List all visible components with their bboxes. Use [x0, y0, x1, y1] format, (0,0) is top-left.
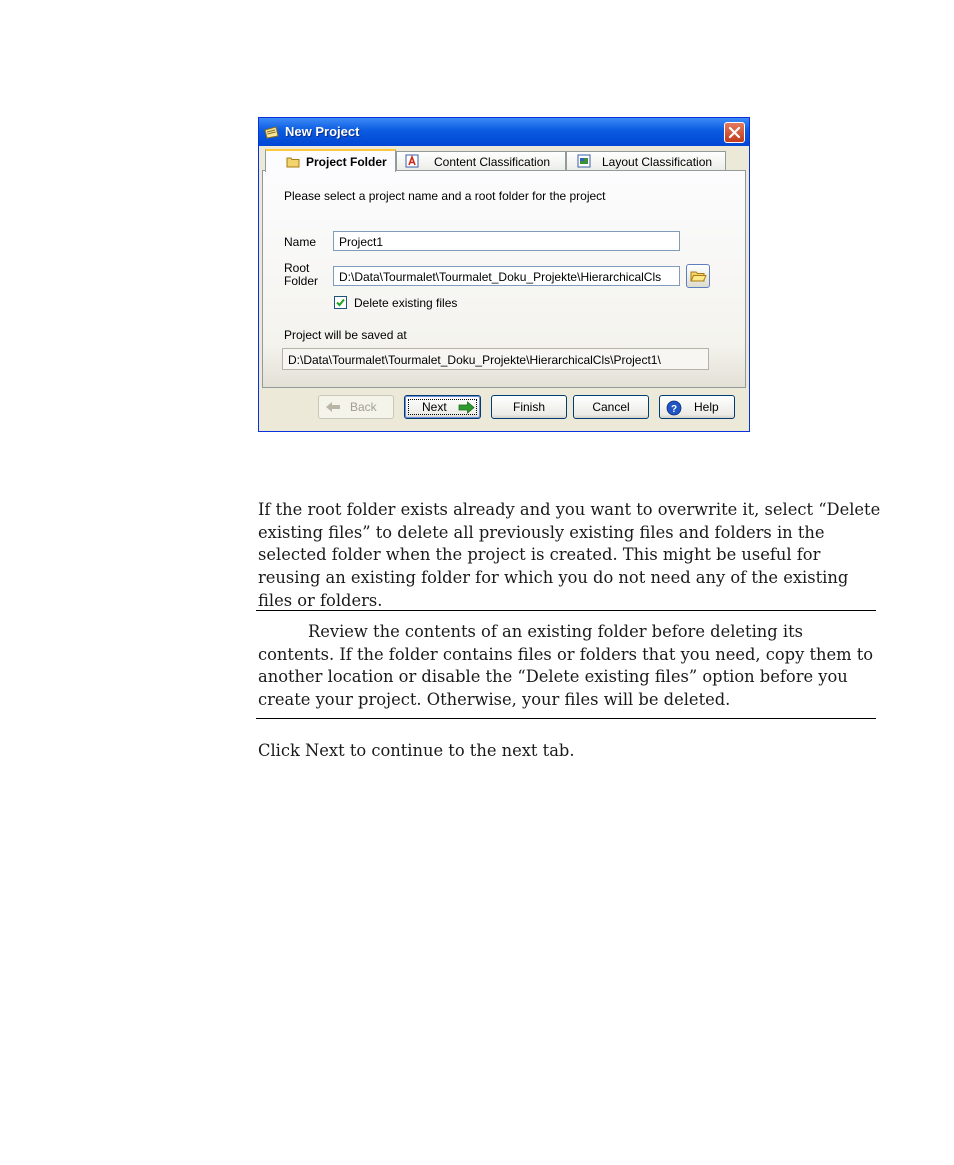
note-top-rule	[256, 610, 876, 611]
tab-strip: Project Folder Content Classification La…	[262, 149, 746, 172]
root-folder-input[interactable]: D:\Data\Tourmalet\Tourmalet_Doku_Projekt…	[333, 266, 680, 286]
saved-at-path: D:\Data\Tourmalet\Tourmalet_Doku_Projekt…	[282, 348, 709, 370]
root-label-line1: Root	[284, 261, 310, 275]
tab-layout-classification[interactable]: Layout Classification	[566, 151, 726, 171]
name-input[interactable]: Project1	[333, 231, 680, 251]
name-label: Name	[284, 235, 317, 249]
delete-existing-checkbox[interactable]	[334, 296, 347, 309]
title-bar[interactable]: New Project	[259, 118, 749, 146]
tab-label: Project Folder	[306, 155, 387, 169]
next-step-paragraph: Click Next to continue to the next tab.	[258, 741, 575, 760]
close-icon	[728, 126, 741, 139]
note-bottom-rule	[256, 718, 876, 719]
close-button[interactable]	[724, 122, 745, 143]
cancel-button[interactable]: Cancel	[573, 395, 649, 419]
tab-content-classification[interactable]: Content Classification	[396, 151, 566, 171]
dialog-title: New Project	[285, 124, 360, 139]
help-label: Help	[694, 400, 719, 414]
saved-at-label: Project will be saved at	[284, 328, 407, 342]
folder-icon	[286, 157, 300, 168]
tab-label: Layout Classification	[602, 155, 713, 169]
back-arrow-icon	[326, 402, 340, 412]
back-button[interactable]: Back	[318, 395, 394, 419]
new-project-dialog: New Project Project Folder Content Class…	[258, 117, 750, 432]
next-button[interactable]: Next	[404, 395, 481, 419]
tab-label: Content Classification	[434, 155, 551, 169]
overwrite-paragraph: If the root folder exists already and yo…	[258, 500, 881, 610]
finish-button[interactable]: Finish	[491, 395, 567, 419]
svg-text:?: ?	[671, 404, 677, 415]
content-classification-icon	[405, 154, 419, 168]
back-label: Back	[350, 400, 377, 414]
delete-existing-label: Delete existing files	[354, 296, 458, 310]
layout-classification-icon	[577, 154, 591, 168]
new-project-icon	[264, 126, 279, 139]
browse-folder-button[interactable]	[686, 264, 710, 288]
next-arrow-icon	[458, 401, 475, 414]
root-label-line2: Folder	[284, 274, 319, 288]
help-icon: ?	[666, 400, 682, 416]
open-folder-icon	[690, 271, 707, 282]
note-paragraph: Review the contents of an existing folde…	[258, 622, 874, 710]
tab-project-folder[interactable]: Project Folder	[265, 149, 396, 172]
checkmark-icon	[336, 298, 345, 307]
root-folder-label: Root Folder	[284, 262, 318, 288]
instruction-text: Please select a project name and a root …	[284, 189, 606, 203]
next-label: Next	[422, 400, 447, 414]
tab-panel: Please select a project name and a root …	[262, 170, 746, 388]
help-button[interactable]: ? Help	[659, 395, 735, 419]
